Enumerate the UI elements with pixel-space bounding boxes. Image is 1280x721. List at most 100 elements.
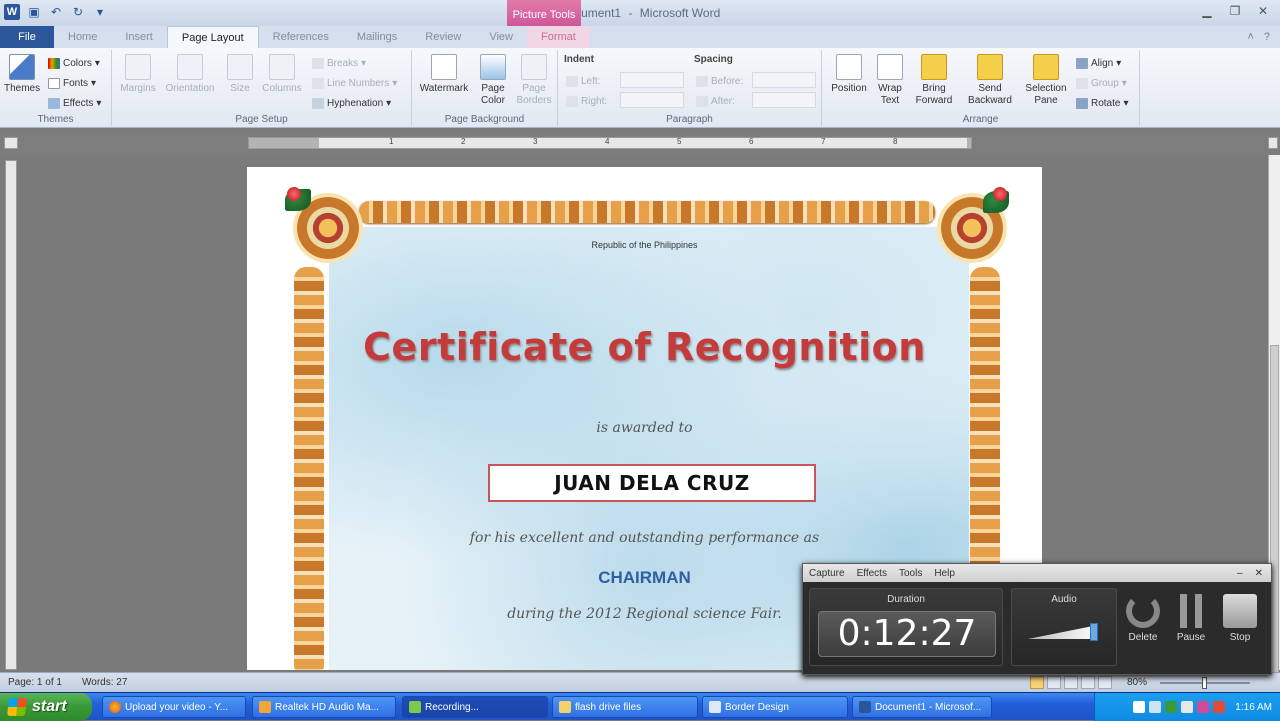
page-count[interactable]: Page: 1 of 1 — [8, 677, 62, 688]
themes-button[interactable]: Themes — [4, 54, 40, 95]
corner-ornament-left — [283, 185, 369, 271]
tab-format[interactable]: Format — [527, 26, 590, 48]
tab-file[interactable]: File — [0, 26, 54, 48]
align-button[interactable]: Align ▾ — [1076, 56, 1121, 70]
undo-icon[interactable]: ↶ — [48, 4, 64, 20]
volume-icon[interactable] — [1181, 701, 1194, 713]
indent-left-field[interactable] — [620, 72, 684, 88]
indent-left-label: Left: — [566, 74, 600, 88]
task-border-design[interactable]: Border Design — [702, 696, 848, 718]
view-ruler-icon[interactable] — [1268, 137, 1278, 149]
hyphenation-button[interactable]: Hyphenation ▾ — [312, 96, 391, 110]
folder-icon — [559, 701, 571, 713]
size-button[interactable]: Size — [224, 54, 256, 95]
audio-volume-knob[interactable] — [1090, 623, 1098, 641]
line-numbers-icon — [312, 77, 324, 89]
tab-insert[interactable]: Insert — [111, 26, 167, 48]
wrap-text-button[interactable]: Wrap Text — [874, 54, 906, 107]
group-page-background: Watermark Page Color Page Borders Page Bac… — [412, 50, 558, 126]
tab-references[interactable]: References — [259, 26, 343, 48]
effects-button[interactable]: Effects ▾ — [48, 96, 101, 110]
web-layout-view-icon[interactable] — [1064, 676, 1078, 689]
zoom-slider[interactable] — [1160, 677, 1250, 689]
rotate-button[interactable]: Rotate ▾ — [1076, 96, 1129, 110]
tab-view[interactable]: View — [475, 26, 527, 48]
indent-right-field[interactable] — [620, 92, 684, 108]
page-borders-button[interactable]: Page Borders — [514, 54, 554, 107]
effects-icon — [48, 97, 60, 109]
save-icon[interactable]: ▣ — [26, 4, 42, 20]
columns-button[interactable]: Columns — [260, 54, 304, 95]
recorder-close-icon[interactable]: ✕ — [1255, 568, 1263, 579]
breaks-button[interactable]: Breaks ▾ — [312, 56, 366, 70]
tab-review[interactable]: Review — [411, 26, 475, 48]
group-button[interactable]: Group ▾ — [1076, 76, 1127, 90]
draft-view-icon[interactable] — [1098, 676, 1112, 689]
network-icon[interactable] — [1149, 701, 1162, 713]
recorder-minimize-icon[interactable]: – — [1237, 568, 1243, 579]
colors-button[interactable]: Colors ▾ — [48, 56, 100, 70]
spacing-heading: Spacing — [694, 53, 733, 65]
performance-text: for his excellent and outstanding perfor… — [469, 530, 820, 546]
audio-volume-slider[interactable] — [1028, 623, 1102, 641]
line-numbers-button[interactable]: Line Numbers ▾ — [312, 76, 397, 90]
pause-icon — [1174, 594, 1208, 628]
delete-button[interactable]: Delete — [1123, 594, 1163, 643]
help-icon[interactable]: ? — [1264, 26, 1270, 48]
spacing-after-field[interactable] — [752, 92, 816, 108]
task-recording[interactable]: Recording... — [402, 696, 548, 718]
audio-panel: Audio — [1011, 588, 1117, 666]
menu-tools[interactable]: Tools — [899, 568, 922, 579]
vertical-ruler[interactable] — [5, 160, 17, 670]
minimize-ribbon-icon[interactable]: ˄ — [1247, 26, 1253, 48]
orientation-button[interactable]: Orientation — [162, 54, 218, 95]
antivirus-icon[interactable] — [1213, 701, 1226, 713]
minimize-icon[interactable]: ▁ — [1200, 4, 1214, 18]
margins-button[interactable]: Margins — [118, 54, 158, 95]
recipient-name[interactable]: JUAN DELA CRUZ — [488, 464, 816, 502]
word-logo-icon[interactable]: W — [4, 4, 20, 20]
menu-effects[interactable]: Effects — [857, 568, 887, 579]
selection-pane-button[interactable]: Selection Pane — [1022, 54, 1070, 107]
stop-button[interactable]: Stop — [1220, 594, 1260, 643]
task-word-document[interactable]: Document1 - Microsof... — [852, 696, 992, 718]
zoom-level[interactable]: 80% — [1127, 677, 1147, 688]
tab-page-layout[interactable]: Page Layout — [166, 26, 259, 48]
full-screen-view-icon[interactable] — [1047, 676, 1061, 689]
hyphenation-icon — [312, 97, 324, 109]
close-icon[interactable]: ✕ — [1256, 4, 1270, 18]
task-flash-drive[interactable]: flash drive files — [552, 696, 698, 718]
app-tray-icon[interactable] — [1197, 701, 1210, 713]
spacing-before-field[interactable] — [752, 72, 816, 88]
clock[interactable]: 1:16 AM — [1235, 702, 1272, 713]
duration-label: Duration — [887, 594, 925, 605]
tab-home[interactable]: Home — [54, 26, 111, 48]
group-label-paragraph: Paragraph — [666, 114, 713, 125]
audio-label: Audio — [1051, 594, 1077, 605]
word-count[interactable]: Words: 27 — [82, 677, 127, 688]
task-upload-video[interactable]: Upload your video - Y... — [102, 696, 246, 718]
print-layout-view-icon[interactable] — [1030, 676, 1044, 689]
outline-view-icon[interactable] — [1081, 676, 1095, 689]
security-icon[interactable] — [1165, 701, 1178, 713]
position-button[interactable]: Position — [826, 54, 872, 95]
page-color-button[interactable]: Page Color — [476, 54, 510, 107]
menu-help[interactable]: Help — [934, 568, 955, 579]
bring-forward-button[interactable]: Bring Forward — [910, 54, 958, 107]
customize-qat-icon[interactable]: ▾ — [92, 4, 108, 20]
restore-icon[interactable]: ❐ — [1228, 4, 1242, 18]
fonts-button[interactable]: Fonts ▾ — [48, 76, 96, 90]
send-backward-button[interactable]: Send Backward — [962, 54, 1018, 107]
pause-button[interactable]: Pause — [1171, 594, 1211, 643]
tab-selector-icon[interactable] — [4, 137, 18, 149]
group-themes: Themes Colors ▾ Fonts ▾ Effects ▾ Themes — [0, 50, 112, 126]
taskbar: start Upload your video - Y... Realtek H… — [0, 692, 1280, 721]
tab-mailings[interactable]: Mailings — [343, 26, 411, 48]
menu-capture[interactable]: Capture — [809, 568, 845, 579]
watermark-button[interactable]: Watermark — [416, 54, 472, 95]
redo-icon[interactable]: ↻ — [70, 4, 86, 20]
start-button[interactable]: start — [0, 693, 92, 721]
task-realtek-audio[interactable]: Realtek HD Audio Ma... — [252, 696, 396, 718]
help-tray-icon[interactable] — [1133, 701, 1146, 713]
horizontal-ruler[interactable]: 1 2 3 4 5 6 7 8 — [248, 137, 972, 149]
